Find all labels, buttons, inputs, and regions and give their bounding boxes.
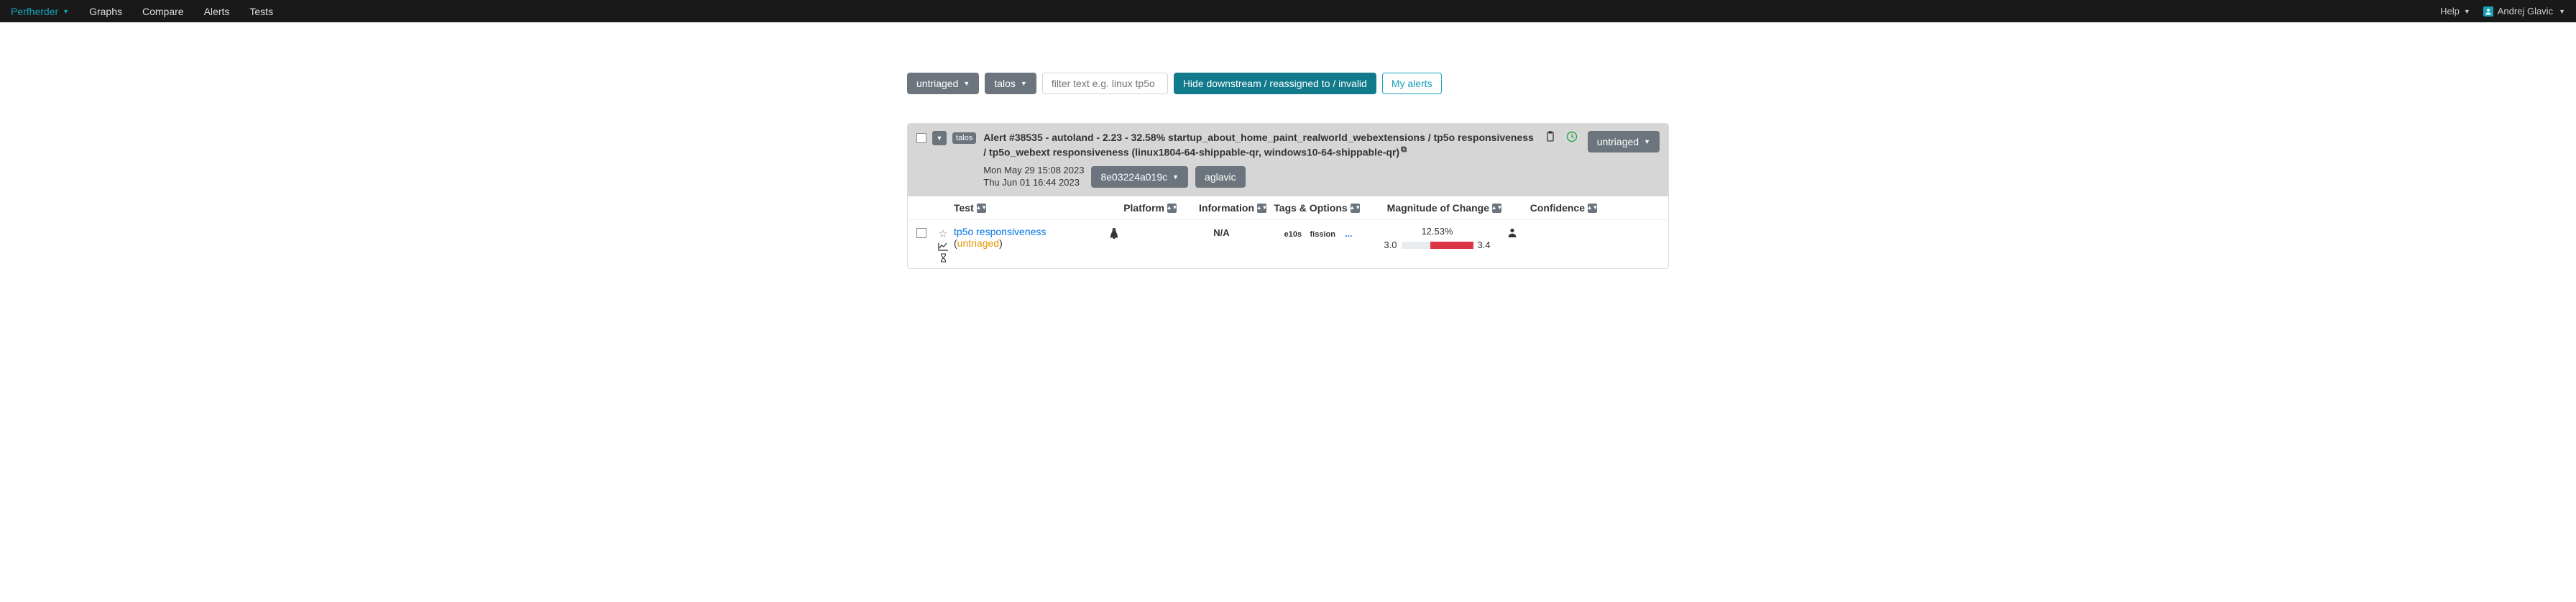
tags-column-header[interactable]: Tags & Options▲▼ xyxy=(1274,202,1359,214)
sort-icon: ▲▼ xyxy=(1167,204,1177,213)
info-cell: N/A xyxy=(1177,226,1266,238)
confidence-column-header[interactable]: Confidence▲▼ xyxy=(1530,202,1597,214)
sort-icon: ▲▼ xyxy=(1351,204,1360,213)
confidence-cell xyxy=(1507,226,1597,237)
nav-compare[interactable]: Compare xyxy=(142,6,184,17)
filter-row: untriaged ▼ talos ▼ Hide downstream / re… xyxy=(907,73,1669,94)
row-icons: ☆ xyxy=(932,227,954,263)
caret-down-icon: ▼ xyxy=(1644,138,1650,145)
more-tags-button[interactable]: ... xyxy=(1345,229,1352,239)
triage-date: Thu Jun 01 16:44 2023 xyxy=(983,177,1084,189)
alert-dropdown-toggle[interactable]: ▼ xyxy=(932,131,947,145)
push-date: Mon May 29 15:08 2023 xyxy=(983,165,1084,177)
navbar: Perfherder ▼ Graphs Compare Alerts Tests… xyxy=(0,0,2576,22)
platform-cell xyxy=(1108,226,1177,240)
clock-icon[interactable] xyxy=(1566,131,1578,142)
platform-column-header[interactable]: Platform▲▼ xyxy=(1123,202,1177,214)
graph-icon[interactable] xyxy=(938,242,949,251)
magnitude-value-old: 3.0 xyxy=(1384,240,1397,250)
linux-icon[interactable] xyxy=(1108,227,1177,240)
my-alerts-button[interactable]: My alerts xyxy=(1382,73,1442,94)
caret-down-icon: ▼ xyxy=(1021,80,1027,87)
filter-text-input[interactable] xyxy=(1042,73,1168,94)
brand-menu[interactable]: Perfherder ▼ xyxy=(11,6,69,17)
caret-down-icon: ▼ xyxy=(1172,173,1179,181)
alert-title[interactable]: Alert #38535 - autoland - 2.23 - 32.58% … xyxy=(983,131,1537,159)
status-filter-label: untriaged xyxy=(916,78,958,89)
tags-cell: e10s fission ... xyxy=(1266,226,1367,239)
magnitude-column-header[interactable]: Magnitude of Change▲▼ xyxy=(1387,202,1501,214)
alert-dates: Mon May 29 15:08 2023 Thu Jun 01 16:44 2… xyxy=(983,165,1084,189)
caret-down-icon: ▼ xyxy=(2464,8,2470,15)
clipboard-icon[interactable] xyxy=(1545,131,1556,142)
framework-badge: talos xyxy=(952,132,976,144)
nav-tests[interactable]: Tests xyxy=(249,6,273,17)
help-menu[interactable]: Help ▼ xyxy=(2440,6,2470,17)
status-paren-close: ) xyxy=(999,237,1003,249)
sort-icon: ▲▼ xyxy=(977,204,986,213)
user-name: Andrej Glavic xyxy=(2498,6,2553,17)
hourglass-icon[interactable] xyxy=(939,253,947,263)
star-icon[interactable]: ☆ xyxy=(938,227,947,240)
alert-status-label: untriaged xyxy=(1597,136,1639,147)
user-menu[interactable]: Andrej Glavic ▼ xyxy=(2483,6,2565,17)
nav-alerts[interactable]: Alerts xyxy=(204,6,230,17)
caret-down-icon: ▼ xyxy=(963,80,970,87)
magnitude-percent: 12.53% xyxy=(1367,226,1507,237)
status-filter-dropdown[interactable]: untriaged ▼ xyxy=(907,73,979,94)
magnitude-bar xyxy=(1402,242,1473,249)
row-status: untriaged xyxy=(957,237,999,249)
external-link-icon[interactable]: ⧉ xyxy=(1401,145,1407,154)
main-container: untriaged ▼ talos ▼ Hide downstream / re… xyxy=(907,22,1669,283)
test-cell: tp5o responsiveness (untriaged) xyxy=(954,226,1108,249)
header-left: ▼ talos xyxy=(916,131,976,189)
header-right: untriaged ▼ xyxy=(1545,131,1660,189)
table-row: ☆ tp5o responsiveness (untriaged) N/A e1… xyxy=(908,220,1668,268)
caret-down-icon: ▼ xyxy=(63,8,69,15)
caret-down-icon: ▼ xyxy=(2559,8,2565,15)
revision-label: 8e03224a019c xyxy=(1100,171,1167,183)
user-avatar-icon xyxy=(2483,6,2493,17)
nav-left: Perfherder ▼ Graphs Compare Alerts Tests xyxy=(11,6,273,17)
framework-filter-label: talos xyxy=(994,78,1016,89)
tag-e10s: e10s xyxy=(1284,230,1302,239)
magnitude-fill xyxy=(1430,242,1473,249)
information-column-header[interactable]: Information▲▼ xyxy=(1199,202,1266,214)
column-headers: Test▲▼ Platform▲▼ Information▲▼ Tags & O… xyxy=(908,196,1668,220)
revision-dropdown[interactable]: 8e03224a019c ▼ xyxy=(1091,166,1188,188)
sort-icon: ▲▼ xyxy=(1588,204,1597,213)
header-meta: Mon May 29 15:08 2023 Thu Jun 01 16:44 2… xyxy=(983,165,1537,189)
nav-graphs[interactable]: Graphs xyxy=(89,6,122,17)
sort-icon: ▲▼ xyxy=(1492,204,1501,213)
framework-filter-dropdown[interactable]: talos ▼ xyxy=(985,73,1036,94)
alert-status-dropdown[interactable]: untriaged ▼ xyxy=(1588,131,1660,152)
alert-card: ▼ talos Alert #38535 - autoland - 2.23 -… xyxy=(907,123,1669,269)
help-label: Help xyxy=(2440,6,2460,17)
row-checkbox[interactable] xyxy=(916,228,926,238)
author-button[interactable]: aglavic xyxy=(1195,166,1246,188)
brand-label: Perfherder xyxy=(11,6,58,17)
test-column-header[interactable]: Test▲▼ xyxy=(954,202,986,214)
magnitude-bar-row: 3.0 3.4 xyxy=(1367,240,1507,250)
header-main: Alert #38535 - autoland - 2.23 - 32.58% … xyxy=(983,131,1537,189)
select-all-checkbox[interactable] xyxy=(916,133,926,143)
magnitude-cell: 12.53% 3.0 3.4 xyxy=(1367,226,1507,250)
person-icon[interactable] xyxy=(1507,227,1597,237)
nav-right: Help ▼ Andrej Glavic ▼ xyxy=(2440,6,2565,17)
tag-fission: fission xyxy=(1310,230,1335,239)
magnitude-value-new: 3.4 xyxy=(1478,240,1491,250)
alert-title-text: Alert #38535 - autoland - 2.23 - 32.58% … xyxy=(983,132,1534,158)
alert-header: ▼ talos Alert #38535 - autoland - 2.23 -… xyxy=(908,124,1668,196)
sort-icon: ▲▼ xyxy=(1257,204,1266,213)
hide-downstream-button[interactable]: Hide downstream / reassigned to / invali… xyxy=(1174,73,1376,94)
test-link[interactable]: tp5o responsiveness xyxy=(954,226,1046,237)
